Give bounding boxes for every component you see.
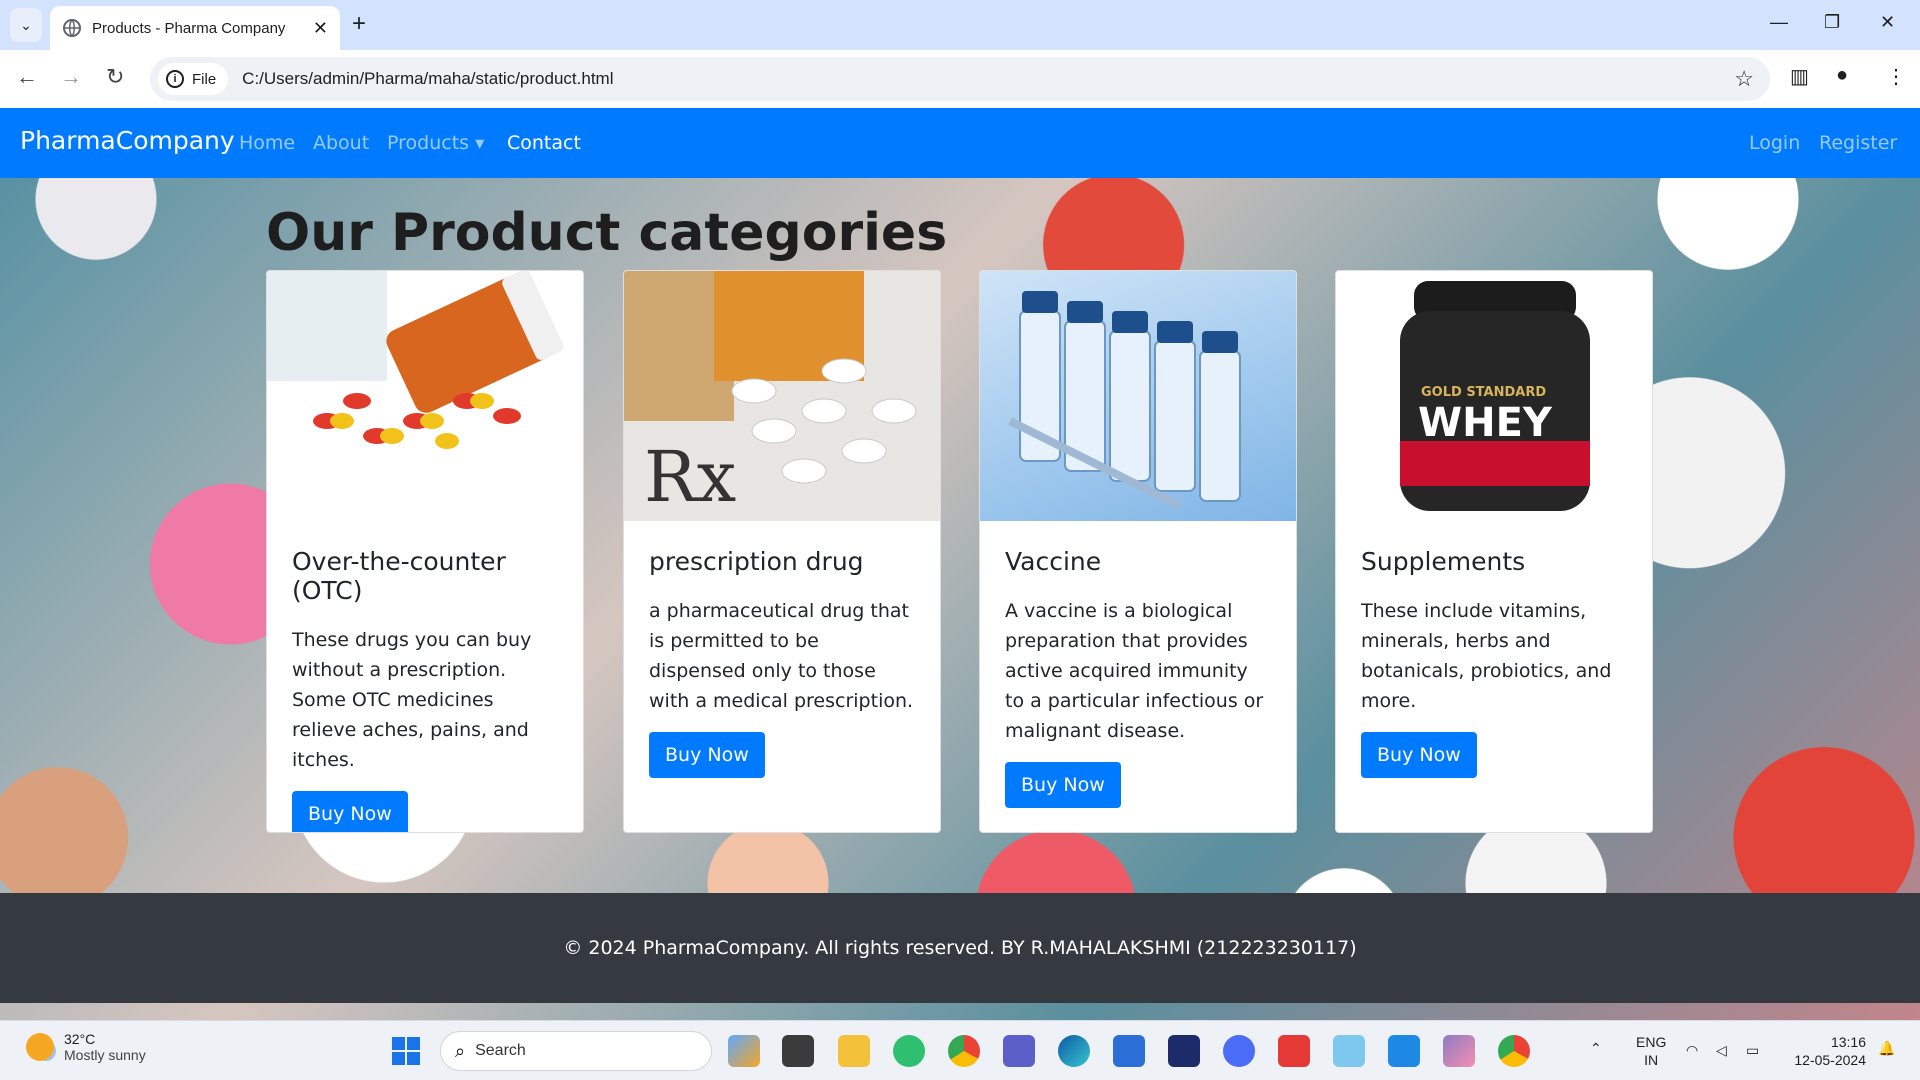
whey-tub-image: GOLD STANDARD WHEY [1336,271,1652,521]
product-card-otc: Over-the-counter (OTC) These drugs you c… [266,270,584,833]
address-bar[interactable]: i File C:/Users/admin/Pharma/maha/static… [150,57,1770,101]
side-panel-icon[interactable]: ▥ [1790,64,1809,89]
product-card-vaccine: Vaccine A vaccine is a biological prepar… [979,270,1297,833]
lang-primary: ENG [1636,1034,1667,1050]
search-icon: ⌕ [455,1040,466,1061]
nav-login[interactable]: Login [1749,132,1800,154]
card-text: These include vitamins, minerals, herbs … [1361,600,1612,712]
buy-now-button[interactable]: Buy Now [1005,762,1121,808]
photos-icon[interactable] [1443,1035,1475,1067]
search-label: Search [475,1042,526,1059]
reload-icon[interactable]: ↻ [106,64,124,90]
footer-copyright: © 2024 PharmaCompany. All rights reserve… [563,937,1357,959]
navbar-brand[interactable]: PharmaCompany [20,126,235,155]
vaccine-vials-image [980,271,1296,521]
product-card-supplements: GOLD STANDARD WHEY Supplements These inc… [1335,270,1653,833]
card-title: Over-the-counter (OTC) [292,547,506,605]
start-icon[interactable] [390,1035,422,1067]
close-window-button[interactable]: ✕ [1880,12,1895,33]
nav-register[interactable]: Register [1819,132,1897,154]
clock-time: 13:16 [1830,1034,1866,1050]
notification-bell-icon[interactable]: 🔔 [1878,1039,1895,1057]
browser-toolbar: ← → ↻ i File C:/Users/admin/Pharma/maha/… [0,50,1920,108]
card-text: a pharmaceutical drug that is permitted … [649,600,914,712]
app-a-icon[interactable] [1223,1035,1255,1067]
forward-icon[interactable]: → [60,64,82,90]
l-app-icon[interactable] [1168,1035,1200,1067]
task-view-icon[interactable] [782,1035,814,1067]
wps-icon[interactable] [1278,1035,1310,1067]
card-title: Vaccine [1005,547,1102,576]
svg-text:WHEY: WHEY [1418,400,1553,446]
file-chip-label: File [192,70,217,88]
browser-tabstrip: ⌄ Products - Pharma Company ✕ + — ❐ ✕ [0,0,1920,50]
tab-search-button[interactable]: ⌄ [10,8,42,42]
footer: © 2024 PharmaCompany. All rights reserve… [0,893,1920,1003]
tab-title: Products - Pharma Company [92,19,286,37]
file-explorer-icon[interactable] [838,1035,870,1067]
copilot-icon[interactable] [728,1035,760,1067]
windows-taskbar: 32°C Mostly sunny ⌕ Search ⌃ ENG IN ◠ ◁ … [0,1020,1920,1080]
card-text: A vaccine is a biological preparation th… [1005,600,1264,742]
prescription-pills-image: Rx [624,271,940,521]
store-icon[interactable] [1113,1035,1145,1067]
card-title: Supplements [1361,547,1526,576]
profile-icon[interactable]: ● [1836,64,1848,87]
info-icon: i [166,70,184,88]
nav-about[interactable]: About [313,132,369,154]
nav-products[interactable]: Products ▼ [387,132,484,154]
edge-icon[interactable] [1058,1035,1090,1067]
buy-now-button[interactable]: Buy Now [1361,732,1477,778]
svg-text:GOLD STANDARD: GOLD STANDARD [1421,385,1546,400]
nav-products-label: Products [387,132,470,154]
card-title: prescription drug [649,547,864,576]
minimize-button[interactable]: — [1770,12,1788,33]
weather-condition: Mostly sunny [64,1047,146,1063]
product-card-prescription: Rx prescription drug a pharmaceutical dr… [623,270,941,833]
browser-tab-active[interactable]: Products - Pharma Company ✕ [50,6,340,50]
language-indicator[interactable]: ENG IN [1636,1033,1666,1069]
app-green-icon[interactable] [893,1035,925,1067]
weather-sun-icon [26,1033,54,1061]
wifi-icon[interactable]: ◠ [1686,1041,1698,1059]
back-icon[interactable]: ← [16,64,38,90]
volume-icon[interactable]: ◁ [1716,1041,1727,1059]
teams-icon[interactable] [1003,1035,1035,1067]
site-info-chip[interactable]: i File [158,63,229,95]
navbar: PharmaCompany Home About Products ▼ Cont… [0,108,1920,178]
svg-text:Rx: Rx [644,436,736,518]
otc-pills-image [267,271,583,521]
lang-secondary: IN [1644,1052,1659,1068]
caret-down-icon: ▼ [475,136,485,151]
buy-now-button[interactable]: Buy Now [649,732,765,778]
weather-temperature: 32°C [64,1031,96,1047]
nav-contact[interactable]: Contact [507,132,581,154]
notepad-icon[interactable] [1333,1035,1365,1067]
restore-button[interactable]: ❐ [1824,12,1840,33]
clock-date: 12-05-2024 [1794,1052,1866,1068]
nav-home[interactable]: Home [239,132,295,154]
buy-now-button[interactable]: Buy Now [292,791,408,832]
taskbar-search[interactable]: ⌕ Search [440,1031,712,1071]
page-viewport: PharmaCompany Home About Products ▼ Cont… [0,108,1920,1020]
clock[interactable]: 13:16 12-05-2024 [1784,1033,1866,1069]
battery-icon[interactable]: ▭ [1746,1041,1759,1059]
bookmark-star-icon[interactable]: ☆ [1734,66,1754,92]
url-text[interactable]: C:/Users/admin/Pharma/maha/static/produc… [242,69,613,89]
weather-widget[interactable]: 32°C Mostly sunny [26,1031,146,1063]
chrome-icon[interactable] [1498,1035,1530,1067]
show-hidden-icons[interactable]: ⌃ [1590,1039,1602,1057]
vscode-icon[interactable] [1388,1035,1420,1067]
section-title: Our Product categories [266,203,948,263]
chrome-profile-icon[interactable] [948,1035,980,1067]
menu-icon[interactable]: ⋮ [1886,64,1906,89]
card-text: These drugs you can buy without a prescr… [292,629,532,771]
globe-icon [63,19,81,37]
new-tab-button[interactable]: + [352,10,366,38]
tab-close-icon[interactable]: ✕ [313,18,328,39]
